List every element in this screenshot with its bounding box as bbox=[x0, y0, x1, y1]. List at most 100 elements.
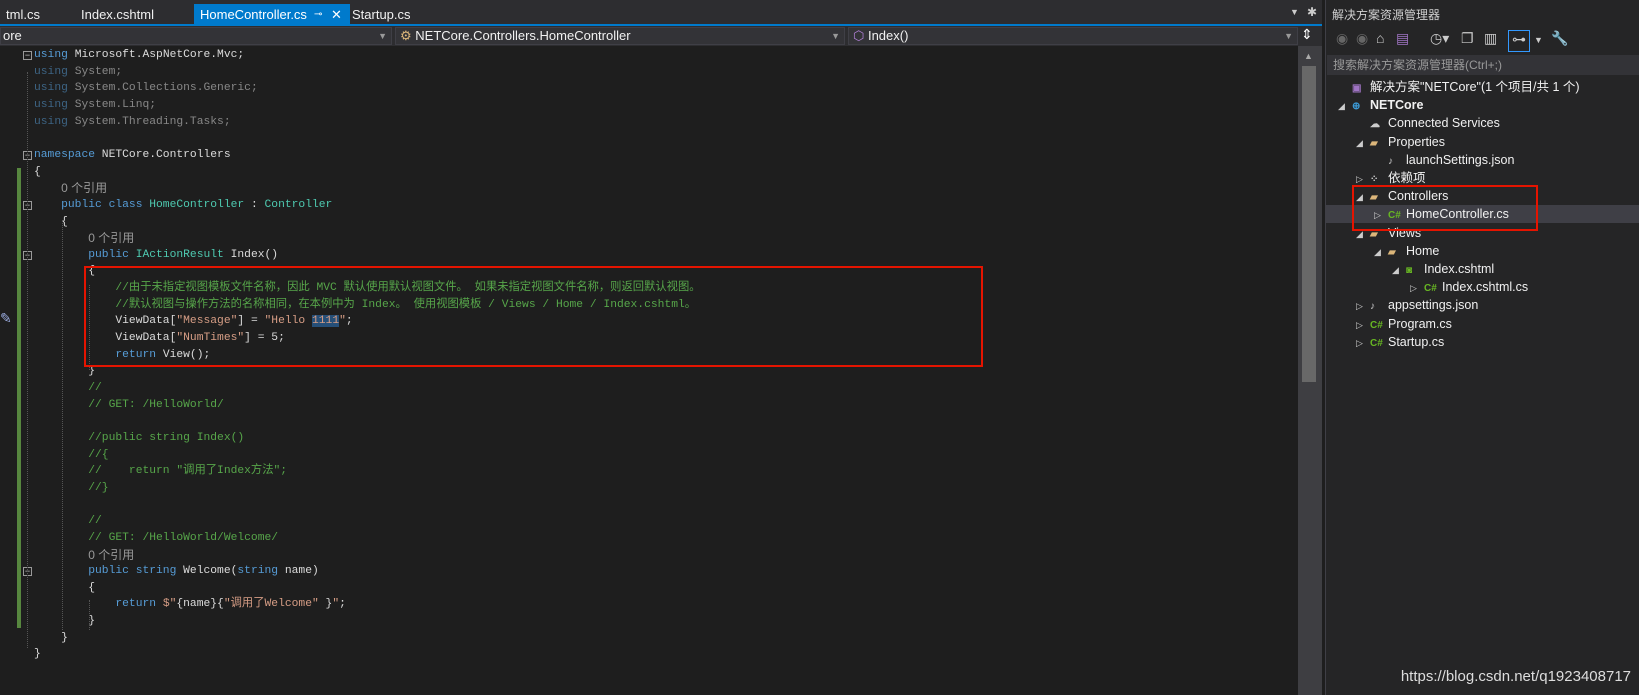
scroll-up-icon[interactable]: ▲ bbox=[1304, 51, 1313, 61]
tree-item[interactable]: ▷ C# Index.cshtml.cs bbox=[1410, 278, 1528, 296]
dropdown-icon[interactable]: ▼ bbox=[1290, 7, 1299, 17]
type-dropdown[interactable]: ⚙ NETCore.Controllers.HomeController ▼ bbox=[395, 27, 845, 45]
code-line[interactable]: public class HomeController : Controller bbox=[34, 197, 332, 214]
code-line[interactable]: // bbox=[34, 380, 102, 397]
code-line[interactable]: public string Welcome(string name) bbox=[34, 563, 319, 580]
code-token: { bbox=[34, 581, 96, 594]
code-line[interactable]: return $"{name}{"调用了Welcome" }"; bbox=[34, 596, 346, 613]
class-icon: ⚙ bbox=[400, 28, 416, 43]
search-input[interactable]: 搜索解决方案资源管理器(Ctrl+;) bbox=[1327, 55, 1639, 75]
sync-icon[interactable]: ⊶ bbox=[1508, 30, 1530, 52]
code-token: using bbox=[34, 115, 75, 128]
tree-item[interactable]: ▷ C# Program.cs bbox=[1356, 315, 1452, 333]
tree-item[interactable]: ▣ 解决方案"NETCore"(1 个项目/共 1 个) bbox=[1338, 78, 1580, 96]
expand-icon[interactable]: ▷ bbox=[1410, 279, 1424, 297]
expand-icon[interactable]: ◢ bbox=[1374, 243, 1388, 261]
highlight-box bbox=[1352, 185, 1538, 231]
collapse-icon[interactable]: − bbox=[23, 51, 32, 60]
code-token: Controller bbox=[264, 198, 333, 211]
home-icon[interactable]: ⌂ bbox=[1376, 30, 1384, 46]
indent-guide bbox=[62, 220, 63, 630]
tree-item-label: launchSettings.json bbox=[1406, 152, 1515, 167]
close-icon[interactable]: ✕ bbox=[331, 4, 342, 26]
expand-icon[interactable]: ◢ bbox=[1392, 261, 1406, 279]
tree-item-label: 依赖项 bbox=[1388, 171, 1426, 185]
forward-icon[interactable]: ◉ bbox=[1356, 30, 1368, 47]
member-dropdown[interactable]: ⬡ Index() ▼ bbox=[848, 27, 1298, 45]
tab-startup[interactable]: Startup.cs bbox=[346, 4, 417, 26]
expand-icon[interactable]: ▷ bbox=[1356, 297, 1370, 315]
code-line[interactable]: using System.Linq; bbox=[34, 97, 156, 114]
code-line[interactable]: // GET: /HelloWorld/Welcome/ bbox=[34, 530, 278, 547]
code-line[interactable]: // return "调用了Index方法"; bbox=[34, 463, 287, 480]
panel-title: 解决方案资源管理器 bbox=[1332, 8, 1441, 22]
code-line[interactable]: } bbox=[34, 646, 41, 663]
collapse-all-icon[interactable]: ❐ bbox=[1461, 30, 1474, 47]
code-line[interactable]: } bbox=[34, 613, 95, 630]
code-line[interactable]: using System.Collections.Generic; bbox=[34, 80, 258, 97]
tree-item[interactable]: ▷ C# Startup.cs bbox=[1356, 333, 1444, 351]
code-line[interactable]: 0 个引用 bbox=[34, 230, 134, 247]
code-line[interactable]: // bbox=[34, 513, 102, 530]
code-token: ; bbox=[339, 598, 346, 611]
tree-item[interactable]: ◢ ▰ Home bbox=[1374, 242, 1439, 260]
tree-item[interactable]: ☁ Connected Services bbox=[1356, 114, 1500, 132]
code-line[interactable]: using Microsoft.AspNetCore.Mvc; bbox=[34, 47, 244, 64]
code-token: NETCore.Controllers bbox=[101, 148, 231, 161]
show-all-files-icon[interactable]: ▥ bbox=[1484, 30, 1497, 47]
gear-icon[interactable]: ✱ bbox=[1307, 5, 1317, 19]
code-line[interactable]: using System.Threading.Tasks; bbox=[34, 114, 231, 131]
expand-icon[interactable]: ◢ bbox=[1338, 97, 1352, 115]
code-line[interactable]: 0 个引用 bbox=[34, 180, 107, 197]
tab-homecontroller[interactable]: HomeController.cs ⊸ ✕ bbox=[194, 4, 350, 26]
code-token: public string bbox=[34, 565, 184, 578]
code-line[interactable]: namespace NETCore.Controllers bbox=[34, 147, 231, 164]
code-token: } bbox=[34, 365, 96, 378]
dropdown-icon[interactable]: ▼ bbox=[1534, 35, 1543, 45]
indent-guide bbox=[89, 600, 90, 630]
method-icon: ⬡ bbox=[853, 28, 868, 43]
change-indicator bbox=[17, 168, 21, 628]
switch-views-icon[interactable]: ▤ bbox=[1396, 30, 1409, 47]
code-token: { bbox=[34, 165, 41, 178]
tab-index-cshtml[interactable]: Index.cshtml bbox=[75, 4, 160, 26]
code-token: Welcome( bbox=[183, 565, 238, 578]
tree-item[interactable]: ◢ ⊕ NETCore bbox=[1338, 96, 1423, 114]
project-dropdown[interactable]: ore ▼ bbox=[0, 27, 392, 45]
code-line[interactable]: //public string Index() bbox=[34, 430, 244, 447]
code-token: using bbox=[34, 65, 75, 78]
code-token: System.Threading.Tasks; bbox=[74, 115, 231, 128]
tree-item[interactable]: ♪ launchSettings.json bbox=[1374, 151, 1514, 169]
expand-icon[interactable]: ◢ bbox=[1356, 134, 1370, 152]
tab-1[interactable]: tml.cs bbox=[0, 4, 46, 26]
code-line[interactable]: public IActionResult Index() bbox=[34, 247, 278, 264]
properties-wrench-icon[interactable]: 🔧 bbox=[1551, 30, 1568, 47]
code-line[interactable]: 0 个引用 bbox=[34, 547, 134, 564]
pending-changes-icon[interactable]: ◷▾ bbox=[1430, 30, 1449, 47]
code-line[interactable]: //} bbox=[34, 480, 108, 497]
tree-item-label: Program.cs bbox=[1388, 316, 1452, 331]
tree-item[interactable]: ◢ ◙ Index.cshtml bbox=[1392, 260, 1494, 278]
code-line[interactable]: { bbox=[34, 164, 41, 181]
back-icon[interactable]: ◉ bbox=[1336, 30, 1348, 47]
code-token: public bbox=[34, 248, 136, 261]
csharp-file-icon: C# bbox=[1370, 337, 1383, 349]
code-line[interactable]: { bbox=[34, 580, 95, 597]
scrollbar-thumb[interactable] bbox=[1302, 66, 1316, 382]
split-window-icon[interactable]: ⇕ bbox=[1301, 26, 1313, 43]
code-token: // GET: /HelloWorld/Welcome/ bbox=[34, 531, 279, 544]
expand-icon[interactable]: ▷ bbox=[1356, 334, 1370, 352]
code-line[interactable]: //{ bbox=[34, 447, 108, 464]
code-token: "调用了Welcome" bbox=[223, 598, 319, 611]
chevron-down-icon: ▼ bbox=[831, 31, 840, 41]
pin-icon[interactable]: ⊸ bbox=[314, 4, 322, 26]
tree-item[interactable]: ▷ ♪ appsettings.json bbox=[1356, 296, 1478, 314]
code-token: 0 个引用 bbox=[88, 547, 135, 562]
code-line[interactable]: using System; bbox=[34, 64, 122, 81]
tree-item-label: NETCore bbox=[1370, 98, 1424, 113]
code-line[interactable]: } bbox=[34, 630, 68, 647]
code-token: System.Linq; bbox=[74, 98, 157, 111]
watermark: https://blog.csdn.net/q1923408717 bbox=[1400, 668, 1631, 685]
expand-icon[interactable]: ▷ bbox=[1356, 316, 1370, 334]
tree-item[interactable]: ◢ ▰ Properties bbox=[1356, 133, 1445, 151]
